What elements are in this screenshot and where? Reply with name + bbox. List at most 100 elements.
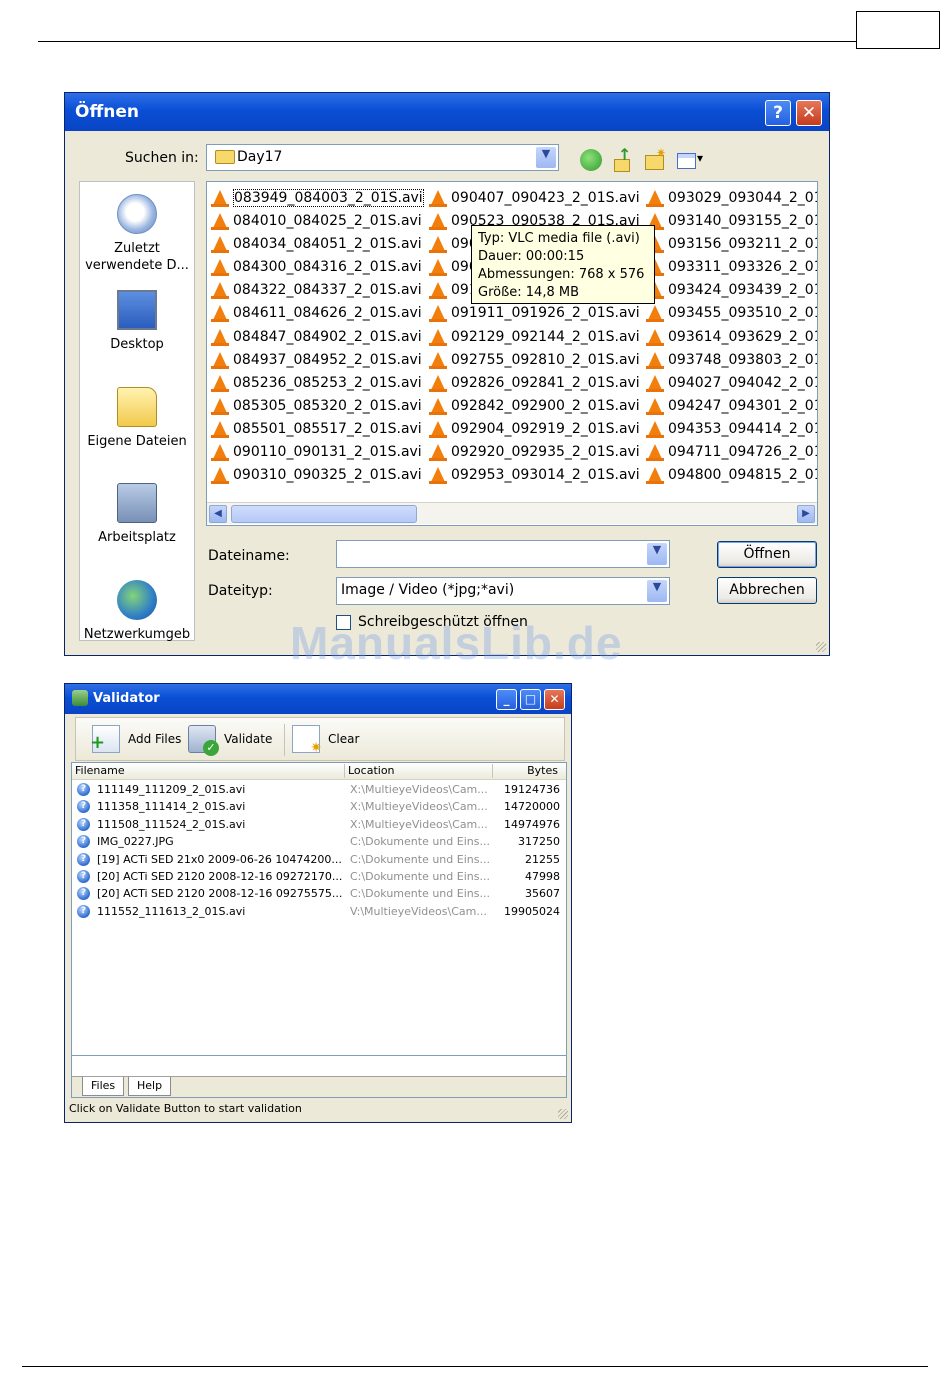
tab-files[interactable]: Files — [82, 1077, 125, 1096]
vlc-file-icon — [646, 397, 664, 415]
place-desktop[interactable]: Desktop — [80, 290, 194, 353]
row-bytes: 19124736 — [504, 783, 560, 796]
place-network[interactable]: Netzwerkumgeb — [80, 580, 194, 643]
file-item[interactable]: 092842_092900_2_01S.avi — [427, 396, 640, 419]
file-item[interactable]: 092129_092144_2_01S.avi — [427, 327, 640, 350]
vlc-file-icon — [211, 213, 229, 231]
chevron-down-icon[interactable]: ▼ — [536, 147, 556, 168]
back-icon[interactable] — [580, 149, 602, 171]
file-item[interactable]: 085501_085517_2_01S.avi — [209, 419, 422, 442]
resize-grip[interactable] — [816, 642, 826, 652]
up-folder-icon[interactable] — [611, 145, 633, 172]
minimize-button[interactable]: _ — [496, 689, 517, 710]
chevron-down-icon[interactable]: ▼ — [647, 580, 667, 602]
validator-file-grid[interactable]: Filename Location Bytes ? 111149_111209_2… — [71, 762, 567, 1056]
place-recent[interactable]: Zuletzt verwendete D... — [80, 194, 194, 274]
close-button[interactable]: ✕ — [796, 100, 822, 126]
validator-close-button[interactable]: ✕ — [544, 689, 565, 710]
file-item[interactable]: 084847_084902_2_01S.avi — [209, 327, 422, 350]
table-row[interactable]: ? [19] ACTi SED 21x0 2009-06-26 10474200.… — [72, 851, 566, 868]
vlc-file-icon — [211, 467, 229, 485]
file-item[interactable]: 091911_091926_2_01S.avi — [427, 303, 640, 326]
file-item[interactable]: 084300_084316_2_01S.avi — [209, 257, 422, 280]
my-computer-icon — [117, 483, 157, 523]
file-item[interactable]: 093614_093629_2_01 — [644, 327, 817, 350]
file-item[interactable]: 090407_090423_2_01S.avi — [427, 188, 640, 211]
view-menu-icon[interactable] — [675, 149, 707, 171]
file-item[interactable]: 085236_085253_2_01S.avi — [209, 373, 422, 396]
file-item[interactable]: 092920_092935_2_01S.avi — [427, 442, 640, 465]
filename-input[interactable]: ▼ — [336, 540, 670, 568]
file-item[interactable]: 084322_084337_2_01S.avi — [209, 280, 422, 303]
file-item[interactable]: 085305_085320_2_01S.avi — [209, 396, 422, 419]
file-item[interactable]: 094353_094414_2_01 — [644, 419, 817, 442]
table-row[interactable]: ? IMG_0227.JPG C:\Dokumente und Eins... 317… — [72, 833, 566, 850]
resize-grip[interactable] — [558, 1109, 568, 1119]
file-item[interactable]: 090310_090325_2_01S.avi — [209, 465, 422, 488]
column-divider[interactable] — [492, 764, 493, 778]
tab-help[interactable]: Help — [128, 1077, 172, 1096]
file-item[interactable]: 094711_094726_2_01 — [644, 442, 818, 465]
table-row[interactable]: ? 111358_111414_2_01S.avi X:\MultieyeVideo… — [72, 798, 566, 815]
file-item[interactable]: 093156_093211_2_01 — [644, 234, 817, 257]
clear-button[interactable]: Clear — [292, 722, 372, 756]
file-item[interactable]: 093140_093155_2_01 — [644, 211, 817, 234]
place-my-documents[interactable]: Eigene Dateien — [80, 387, 194, 450]
file-item[interactable]: 093748_093803_2_01 — [644, 350, 817, 373]
add-files-button[interactable]: Add Files — [90, 722, 182, 756]
scroll-right-icon[interactable]: ▶ — [797, 505, 815, 523]
file-name: 093424_093439_2_01 — [668, 282, 818, 299]
vlc-file-icon — [646, 444, 664, 462]
file-item[interactable]: 093311_093326_2_01 — [644, 257, 817, 280]
open-button[interactable]: Öffnen — [717, 541, 817, 568]
column-bytes[interactable]: Bytes — [527, 763, 558, 779]
scroll-thumb[interactable] — [231, 505, 417, 523]
vlc-file-icon — [646, 190, 664, 207]
table-row[interactable]: ? 111508_111524_2_01S.avi X:\MultieyeVideo… — [72, 816, 566, 833]
column-location[interactable]: Location — [348, 763, 395, 779]
file-item[interactable]: 092826_092841_2_01S.avi — [427, 373, 640, 396]
vlc-file-icon — [211, 328, 229, 346]
place-label: Netzwerkumgeb — [83, 627, 191, 642]
table-row[interactable]: ? 111149_111209_2_01S.avi X:\MultieyeVideo… — [72, 781, 566, 798]
file-item[interactable]: 094800_094815_2_01 — [644, 465, 817, 488]
filetype-select[interactable]: Image / Video (*jpg;*avi) ▼ — [336, 577, 670, 605]
file-name: 084847_084902_2_01S.avi — [233, 328, 422, 345]
toolbar-separator — [284, 724, 285, 756]
column-filename[interactable]: Filename — [75, 763, 125, 779]
file-name: 094711_094726_2_01 — [668, 444, 818, 461]
file-item[interactable]: 094027_094042_2_01 — [644, 373, 817, 396]
file-item[interactable]: 093424_093439_2_01 — [644, 280, 818, 303]
scroll-left-icon[interactable]: ◀ — [209, 505, 227, 523]
file-item[interactable]: 092953_093014_2_01S.avi — [427, 465, 640, 488]
validate-button[interactable]: Validate — [188, 722, 278, 756]
filename-label: Dateiname: — [208, 548, 290, 564]
file-item[interactable]: 083949_084003_2_01S.avi — [209, 188, 424, 211]
lookin-combo[interactable]: Day17 ▼ — [206, 144, 559, 171]
maximize-button[interactable]: □ — [520, 689, 541, 710]
question-status-icon: ? — [77, 852, 90, 866]
file-item[interactable]: 092904_092919_2_01S.avi — [427, 419, 640, 442]
chevron-down-icon[interactable]: ▼ — [647, 543, 667, 565]
file-item[interactable]: 084010_084025_2_01S.avi — [209, 211, 422, 234]
file-item[interactable]: 092755_092810_2_01S.avi — [427, 350, 640, 373]
table-row[interactable]: ? 111552_111613_2_01S.avi V:\MultieyeVideo… — [72, 903, 566, 920]
file-item[interactable]: 090110_090131_2_01S.avi — [209, 442, 422, 465]
new-folder-icon[interactable] — [643, 146, 666, 171]
vlc-file-icon — [429, 397, 447, 415]
file-item[interactable]: 084937_084952_2_01S.avi — [209, 350, 422, 373]
file-item[interactable]: 084611_084626_2_01S.avi — [209, 303, 422, 326]
file-item[interactable]: 093029_093044_2_01 — [644, 188, 817, 211]
file-item[interactable]: 093455_093510_2_01 — [644, 303, 817, 326]
table-row[interactable]: ? [20] ACTi SED 2120 2008-12-16 09275575.… — [72, 885, 566, 902]
cancel-button[interactable]: Abbrechen — [717, 577, 817, 604]
file-name: 092953_093014_2_01S.avi — [451, 467, 640, 484]
validator-titlebar: Validator _ □ ✕ — [65, 684, 571, 714]
horizontal-scrollbar[interactable]: ◀ ▶ — [207, 502, 817, 524]
table-row[interactable]: ? [20] ACTi SED 2120 2008-12-16 09272170.… — [72, 868, 566, 885]
file-item[interactable]: 084034_084051_2_01S.avi — [209, 234, 422, 257]
file-item[interactable]: 094247_094301_2_01 — [644, 396, 817, 419]
column-divider[interactable] — [344, 764, 345, 778]
place-my-computer[interactable]: Arbeitsplatz — [80, 483, 194, 546]
help-button[interactable]: ? — [765, 100, 791, 126]
